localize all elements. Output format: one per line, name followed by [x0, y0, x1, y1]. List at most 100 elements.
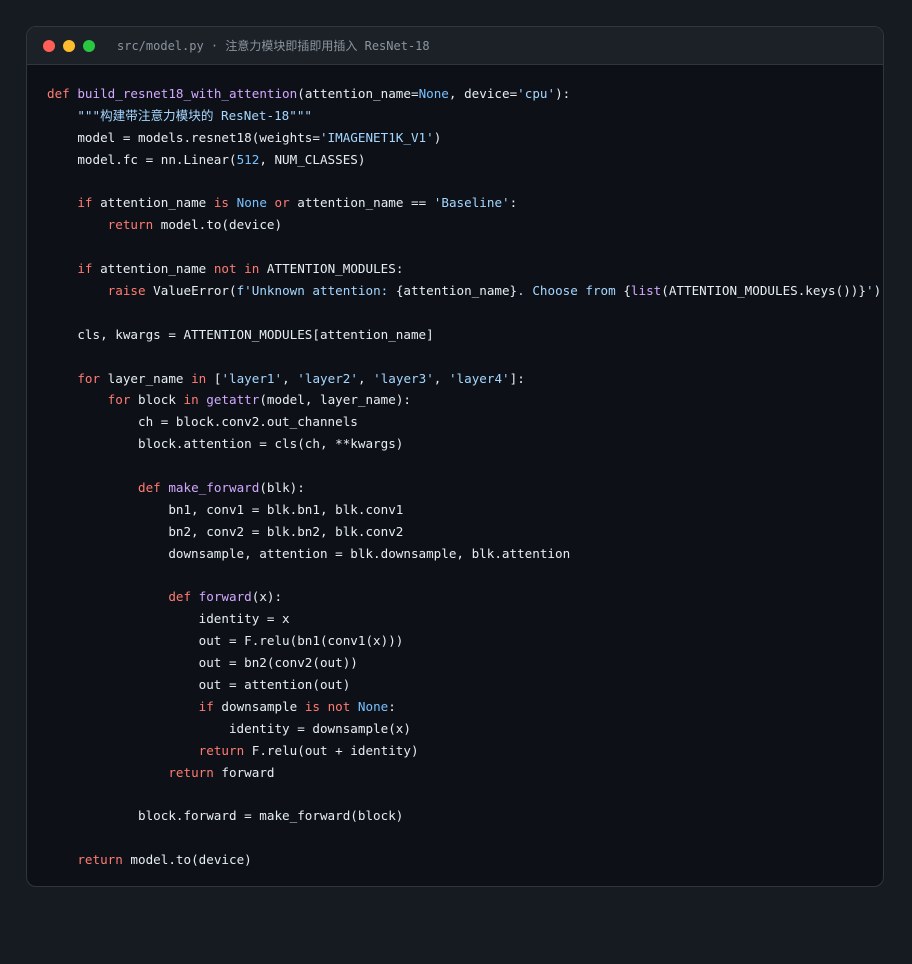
code-token: , NUM_CLASSES) — [259, 151, 366, 167]
code-token: , — [282, 370, 298, 386]
code-token: block.forward = make_forward(block) — [47, 808, 404, 824]
code-token: return — [107, 217, 154, 233]
code-line: return F.relu(out + identity) — [47, 740, 881, 762]
code-token: {attention_name} — [395, 283, 518, 299]
code-line: cls, kwargs = ATTENTION_MODULES[attentio… — [47, 324, 881, 346]
code-token: 'layer3' — [373, 370, 434, 386]
code-token: . Choose from — [517, 283, 624, 299]
code-token: None — [418, 86, 449, 101]
code-token: model.to(device) — [153, 217, 283, 233]
code-block: def build_resnet18_with_attention(attent… — [47, 83, 881, 871]
minimize-button[interactable] — [63, 39, 75, 52]
code-line: identity = x — [47, 608, 881, 630]
code-token: model.fc = nn.Linear( — [47, 151, 237, 167]
code-token: f'Unknown attention: — [236, 283, 396, 299]
code-token: ATTENTION_MODULES: — [259, 261, 404, 277]
code-line: raise ValueError(f'Unknown attention: {a… — [47, 280, 881, 302]
code-token: downsample, attention = blk.downsample, … — [47, 545, 571, 561]
code-line: """构建带注意力模块的 ResNet-18""" — [47, 105, 881, 127]
code-line: def forward(x): — [47, 586, 881, 608]
code-token: return — [168, 764, 214, 780]
code-line: if downsample is not None: — [47, 696, 881, 718]
code-line: return forward — [47, 762, 881, 784]
code-line: block.attention = cls(ch, **kwargs) — [47, 433, 881, 455]
code-token: block — [130, 392, 184, 408]
code-token: """构建带注意力模块的 ResNet-18""" — [77, 107, 313, 123]
code-token: ' — [865, 283, 874, 299]
code-line: if attention_name not in ATTENTION_MODUL… — [47, 258, 881, 280]
code-line: downsample, attention = blk.downsample, … — [47, 543, 881, 565]
code-line: out = attention(out) — [47, 674, 881, 696]
code-line: bn2, conv2 = blk.bn2, blk.conv2 — [47, 521, 881, 543]
code-token: 'layer2' — [297, 370, 358, 386]
code-token: forward — [213, 764, 275, 780]
code-token: ValueError( — [145, 283, 237, 299]
maximize-button[interactable] — [83, 39, 95, 52]
code-line: def build_resnet18_with_attention(attent… — [47, 83, 881, 105]
code-token: , — [433, 370, 449, 386]
code-token: , — [357, 370, 374, 386]
code-token: attention_name — [92, 261, 214, 277]
code-token: None — [357, 698, 389, 714]
code-token: getattr — [206, 392, 260, 408]
code-line: model = models.resnet18(weights='IMAGENE… — [47, 127, 881, 149]
code-token: ]: — [509, 370, 525, 386]
code-token: 'layer1' — [221, 370, 283, 386]
code-line: def make_forward(blk): — [47, 477, 881, 499]
code-token: for — [77, 370, 101, 386]
code-line: identity = downsample(x) — [47, 718, 881, 740]
code-token: ch = block.conv2.out_channels — [47, 414, 358, 430]
code-line: bn1, conv1 = blk.bn1, blk.conv1 — [47, 499, 881, 521]
code-token: in — [183, 392, 199, 408]
close-button[interactable] — [43, 39, 55, 52]
code-token: , device= — [448, 86, 518, 101]
code-token: model.to(device) — [122, 852, 252, 868]
code-line: ch = block.conv2.out_channels — [47, 411, 881, 433]
code-line: out = bn2(conv2(out)) — [47, 652, 881, 674]
code-token: 'layer4' — [448, 370, 510, 386]
code-line: model.fc = nn.Linear(512, NUM_CLASSES) — [47, 149, 881, 171]
code-token: F.relu(out + identity) — [244, 742, 419, 758]
title-bar: src/model.py · 注意力模块即插即用插入 ResNet-18 — [27, 27, 883, 65]
code-token: attention_name == — [289, 195, 434, 211]
code-token: identity = downsample(x) — [47, 720, 411, 736]
code-token: in — [191, 370, 207, 386]
code-token: 'IMAGENET1K_V1' — [319, 129, 434, 145]
code-token: raise — [107, 283, 146, 299]
code-token: 512 — [236, 151, 260, 167]
code-line: for block in getattr(model, layer_name): — [47, 389, 881, 411]
code-token: not in — [213, 261, 260, 277]
code-token: list — [630, 283, 662, 299]
code-token: build_resnet18_with_attention — [77, 86, 298, 101]
code-token: is — [213, 195, 230, 211]
code-token: if — [198, 698, 214, 714]
code-token: model = models.resnet18(weights= — [47, 129, 320, 145]
code-token: if — [77, 261, 93, 277]
code-token: cls, kwargs = ATTENTION_MODULES[attentio… — [47, 326, 434, 342]
code-token: return — [77, 852, 123, 868]
code-token: attention_name — [92, 195, 214, 211]
code-token: def — [47, 86, 78, 101]
code-token: bn1, conv1 = blk.bn1, blk.conv1 — [47, 501, 404, 517]
code-token: 'Baseline' — [433, 195, 510, 211]
code-line: out = F.relu(bn1(conv1(x))) — [47, 630, 881, 652]
code-token: None — [236, 195, 267, 211]
code-token: make_forward — [168, 480, 260, 496]
code-token: (ATTENTION_MODULES.keys())} — [661, 283, 866, 299]
